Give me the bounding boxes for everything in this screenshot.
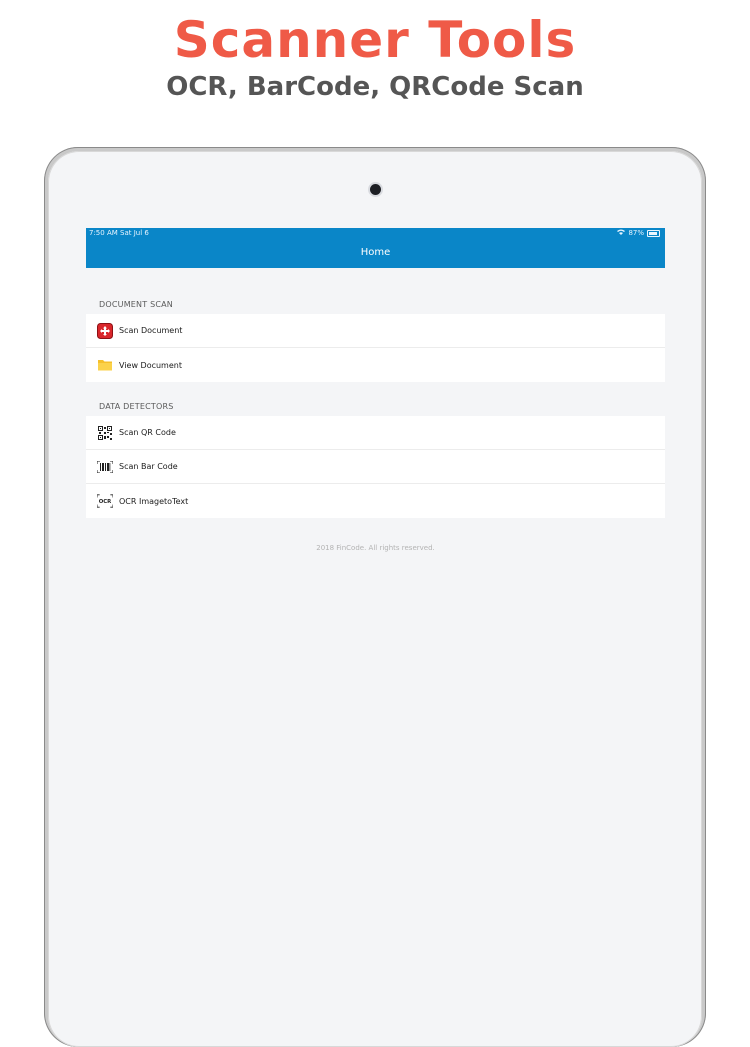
wifi-icon — [617, 229, 626, 237]
nav-title: Home — [360, 247, 391, 258]
battery-percent: 87% — [628, 229, 644, 237]
app-screen: 7:50 AM Sat Jul 6 87% Home DOCUMENT SCAN… — [86, 228, 665, 1000]
view-document-row[interactable]: View Document — [86, 348, 665, 382]
scan-bar-code-row[interactable]: Scan Bar Code — [86, 450, 665, 484]
data-detectors-group: Scan QR Code Scan Bar Code OCR OCR Image… — [86, 416, 665, 518]
status-right: 87% — [617, 229, 660, 237]
promo-subtitle: OCR, BarCode, QRCode Scan — [166, 72, 584, 102]
navigation-bar: 7:50 AM Sat Jul 6 87% Home — [86, 228, 665, 268]
front-camera — [370, 184, 381, 195]
document-scan-group: Scan Document View Document — [86, 314, 665, 382]
status-time-date: 7:50 AM Sat Jul 6 — [89, 229, 149, 237]
section-header-data-detectors: DATA DETECTORS — [99, 402, 174, 411]
qr-code-icon — [97, 425, 113, 441]
folder-icon — [97, 357, 113, 373]
scan-bar-code-label: Scan Bar Code — [119, 462, 178, 471]
battery-icon — [647, 229, 660, 237]
ocr-icon: OCR — [97, 493, 113, 509]
ocr-image-to-text-label: OCR ImagetoText — [119, 496, 189, 506]
ocr-image-to-text-row[interactable]: OCR OCR ImagetoText — [86, 484, 665, 518]
scan-qr-code-label: Scan QR Code — [119, 428, 176, 437]
section-header-document-scan: DOCUMENT SCAN — [99, 300, 173, 309]
copyright-footer: 2018 FinCode. All rights reserved. — [316, 544, 435, 552]
svg-text:OCR: OCR — [99, 499, 112, 505]
promo-title: Scanner Tools — [173, 11, 577, 69]
scan-document-label: Scan Document — [119, 326, 183, 335]
view-document-label: View Document — [119, 360, 182, 370]
scan-qr-code-row[interactable]: Scan QR Code — [86, 416, 665, 450]
scan-document-row[interactable]: Scan Document — [86, 314, 665, 348]
barcode-icon — [97, 459, 113, 475]
scan-document-icon — [97, 323, 113, 339]
